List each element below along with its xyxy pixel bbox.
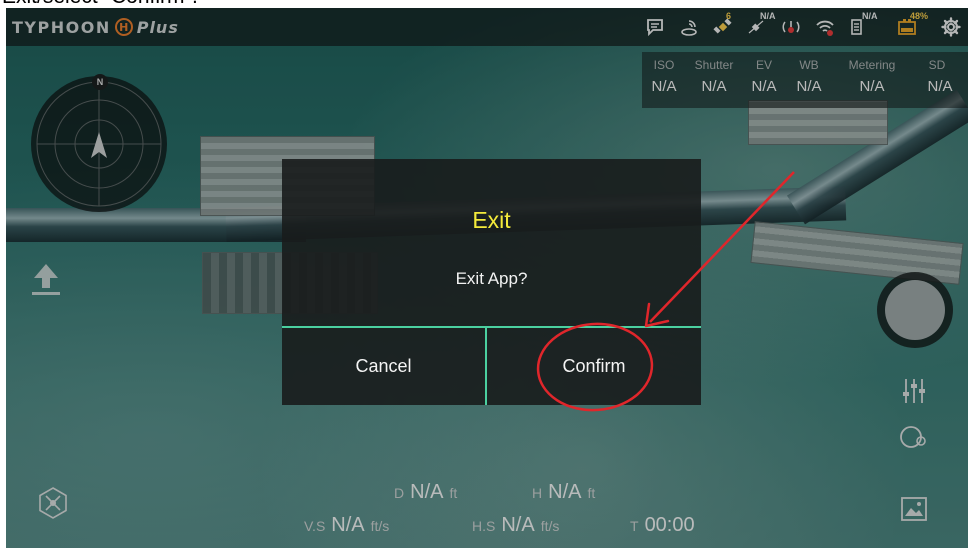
dialog-title: Exit: [472, 207, 511, 233]
caption-strip: Exit/select "Confirm".: [0, 0, 968, 8]
caption-text: Exit/select "Confirm".: [2, 0, 198, 8]
exit-dialog: Exit Exit App? Cancel Confirm: [282, 159, 701, 405]
confirm-button[interactable]: Confirm: [487, 328, 701, 405]
dialog-message: Exit App?: [455, 269, 528, 288]
flight-screen: TYPHOON H Plus 6 N/A N/A 48% ISO Shutter…: [6, 8, 968, 548]
cancel-button[interactable]: Cancel: [282, 328, 485, 405]
